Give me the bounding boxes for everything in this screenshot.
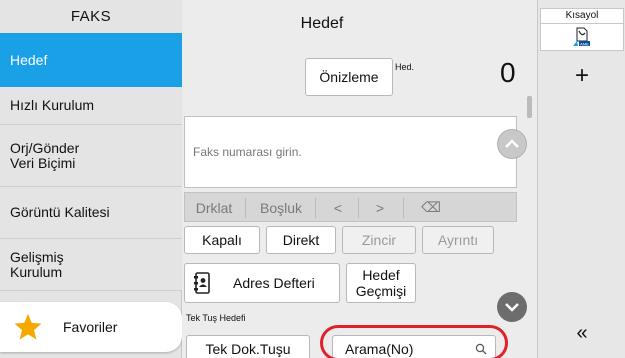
page-title: Hedef [300,15,344,32]
space-key[interactable]: Boşluk [253,196,309,219]
scroll-up-button[interactable] [497,129,527,159]
key-divider [315,198,316,218]
chevron-up-icon [505,139,519,148]
favorites-label: Favoriler [63,319,118,335]
function-sidebar: FAKS Hedef Hızlı Kurulum Orj/Gönder Veri… [0,0,182,358]
fax-number-area[interactable] [184,116,517,188]
shortcut-header: Kısayol [540,8,624,24]
shortcut-item[interactable]: AME [540,24,624,51]
chain-button[interactable]: Zincir [342,226,416,254]
shortcut-document-icon: AME [573,27,590,46]
address-book-label: Adres Defteri [233,275,315,291]
cursor-left-key[interactable]: < [323,196,353,219]
keypad-row: Drklat Boşluk < > ⌫ [184,192,517,222]
backspace-key[interactable]: ⌫ [413,196,449,219]
destination-history-label: Hedef Geçmişi [355,267,407,299]
key-divider [245,198,246,218]
sidebar-item-label: Orj/Gönder Veri Biçimi [10,139,80,171]
favorites-button[interactable]: Favoriler [0,302,182,352]
line-off-button[interactable]: Kapalı [184,226,260,254]
key-divider [403,198,404,218]
preview-button[interactable]: Önizleme [305,58,393,96]
key-divider [358,198,359,218]
destination-count-label: Hed. [395,62,415,72]
destination-history-button[interactable]: Hedef Geçmişi [346,263,416,303]
cursor-right-key[interactable]: > [365,196,395,219]
add-shortcut-button[interactable]: + [538,62,625,90]
sidebar-item-hedef[interactable]: Hedef [0,33,182,87]
destination-panel: Hedef Önizleme Hed. 0 Drklat Boşluk < > … [182,0,537,358]
sidebar-item-label: Görüntü Kalitesi [10,204,110,220]
direct-button[interactable]: Direkt [266,226,336,254]
collapse-panel-button[interactable]: « [538,322,625,345]
fax-number-input[interactable] [185,117,516,187]
sidebar-item-hizli-kurulum[interactable]: Hızlı Kurulum [0,87,182,125]
star-icon [14,313,42,340]
address-book-icon [194,272,210,294]
search-highlight-ring [320,325,508,358]
sidebar-item-orj-gonder-veri-bicimi[interactable]: Orj/Gönder Veri Biçimi [0,125,182,187]
sidebar-item-gelismis-kurulum[interactable]: Gelişmiş Kurulum [0,239,182,291]
sidebar-item-label: Gelişmiş Kurulum [10,248,64,280]
destination-count: 0 [500,57,516,88]
sidebar-item-label: Hızlı Kurulum [10,97,95,113]
sidebar-item-label: Hedef [10,51,48,68]
address-book-button[interactable]: Adres Defteri [184,263,340,303]
scroll-down-button[interactable] [497,292,527,322]
shortcut-panel: Kısayol AME + « [537,0,625,358]
sidebar-item-goruntu-kalitesi[interactable]: Görüntü Kalitesi [0,187,182,239]
chevron-down-icon [505,303,519,312]
shortcut-icon-text: AME [580,41,589,46]
sidebar-header: FAKS [0,0,182,33]
detail-button[interactable]: Ayrıntı [422,226,494,254]
one-touch-key-tab[interactable]: Tek Dok.Tuşu [186,335,310,358]
pause-key[interactable]: Drklat [189,196,239,219]
one-touch-label: Tek Tuş Hedefi [186,313,246,323]
scrollbar-thumb[interactable] [527,96,532,118]
